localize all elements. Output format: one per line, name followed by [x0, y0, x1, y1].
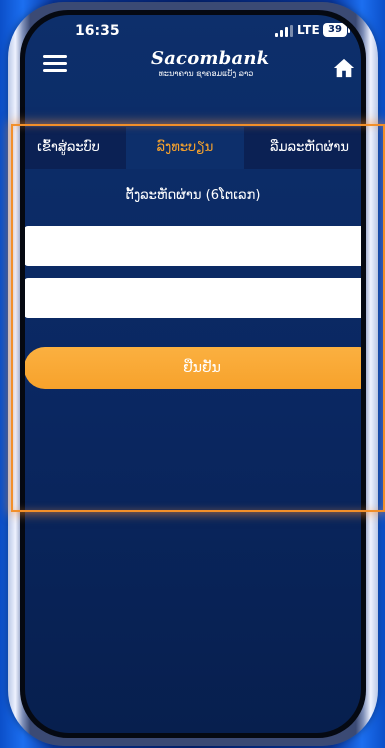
tab-register[interactable]: ລົງທະບຽນ	[126, 127, 244, 169]
hamburger-menu-icon[interactable]	[43, 55, 67, 73]
brand-logo: Sacombank ທະນາຄານ ຊາຄອມແບັງ ລາວ	[151, 48, 270, 79]
tab-forgot-password[interactable]: ລືມລະຫັດຜ່ານ	[244, 127, 361, 169]
signal-icon	[275, 25, 293, 37]
status-bar: 16:35 LTE 39	[25, 15, 361, 45]
tab-login[interactable]: ເຂົ້າສູ່ລະບົບ	[25, 127, 126, 169]
app-header: Sacombank ທະນາຄານ ຊາຄອມແບັງ ລາວ	[25, 45, 361, 93]
network-type: LTE	[297, 23, 320, 37]
confirm-password-field[interactable]	[25, 278, 361, 318]
status-time: 16:35	[75, 23, 120, 39]
brand-name: Sacombank	[151, 48, 270, 69]
app-screen: 16:35 LTE 39 Sacombank ທະນາຄານ ຊາຄອມແບັງ…	[25, 15, 361, 733]
password-field[interactable]	[25, 226, 361, 266]
tab-bar: ເຂົ້າສູ່ລະບົບ ລົງທະບຽນ ລືມລະຫັດຜ່ານ	[25, 127, 361, 169]
brand-subtitle: ທະນາຄານ ຊາຄອມແບັງ ລາວ	[158, 69, 254, 78]
confirm-button[interactable]: ຢືນຢັນ	[25, 347, 361, 389]
form-title: ຕັ້ງລະຫັດຜ່ານ (6ໂຕເລກ)	[125, 188, 261, 203]
home-icon[interactable]	[333, 57, 355, 79]
battery-icon: 39	[323, 23, 350, 37]
